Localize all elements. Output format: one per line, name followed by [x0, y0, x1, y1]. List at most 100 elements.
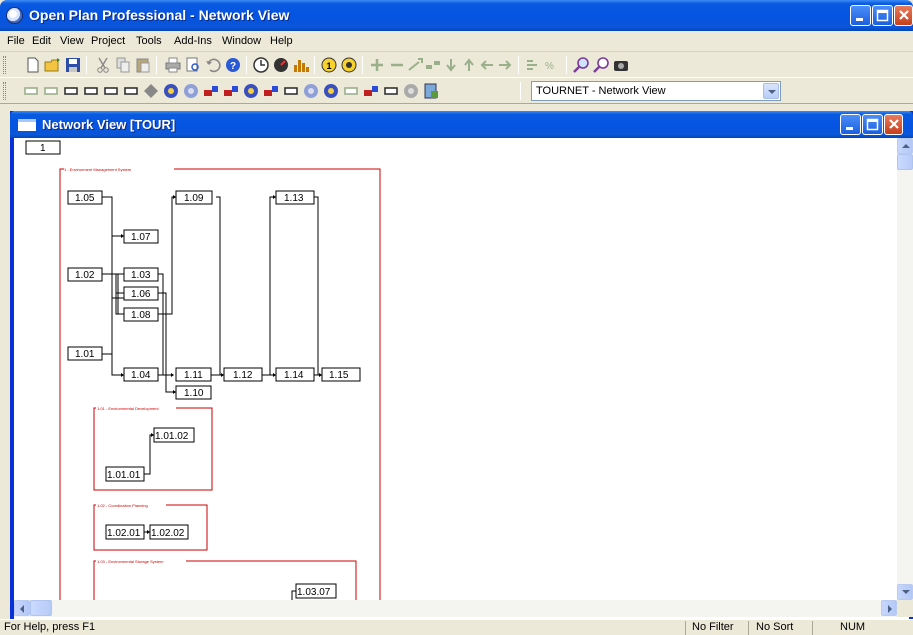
percent-icon[interactable]: % [544, 56, 562, 74]
task-box-icon[interactable] [382, 82, 400, 100]
milestone-diamond-icon[interactable] [142, 82, 160, 100]
gear-icon[interactable] [242, 82, 260, 100]
copy-icon[interactable] [114, 56, 132, 74]
activity-node[interactable]: 1.13 [275, 190, 315, 205]
gauge-icon[interactable] [272, 56, 290, 74]
undo-icon[interactable] [204, 56, 222, 74]
view-selector-dropdown[interactable]: TOURNET - Network View [531, 81, 781, 101]
help-context-icon[interactable]: ? [224, 56, 242, 74]
print-preview-icon[interactable] [184, 56, 202, 74]
menu-window[interactable]: Window [222, 35, 261, 47]
scroll-left-arrow-icon[interactable] [14, 600, 30, 616]
time-analysis-icon[interactable]: 1 [320, 56, 338, 74]
remove-icon[interactable] [388, 56, 406, 74]
child-close-button[interactable] [884, 114, 903, 135]
toolbar-grip[interactable] [3, 56, 6, 74]
clock-icon[interactable] [252, 56, 270, 74]
gear-icon[interactable] [322, 82, 340, 100]
gear-icon[interactable] [302, 82, 320, 100]
summarize-icon[interactable] [524, 56, 542, 74]
task-box-icon[interactable] [102, 82, 120, 100]
print-icon[interactable] [164, 56, 182, 74]
horizontal-scroll-thumb[interactable] [30, 600, 52, 616]
activity-node[interactable]: 1.01.01 [105, 466, 145, 482]
activity-node[interactable]: 1.14 [275, 367, 315, 382]
menu-project[interactable]: Project [91, 35, 125, 47]
menu-add-ins[interactable]: Add-Ins [174, 35, 212, 47]
activity-node[interactable]: 1.10 [175, 385, 212, 400]
task-box-icon[interactable] [282, 82, 300, 100]
activity-node[interactable]: 1.08 [123, 307, 159, 322]
open-folder-icon[interactable] [44, 56, 62, 74]
zoom-in-icon[interactable] [572, 56, 590, 74]
move-up-icon[interactable] [460, 56, 478, 74]
cut-icon[interactable] [94, 56, 112, 74]
activity-node[interactable]: 1.03 [123, 267, 159, 282]
toolbar-grip[interactable] [3, 82, 6, 100]
menu-file[interactable]: File [7, 35, 25, 47]
bar-link-icon[interactable] [362, 82, 380, 100]
histogram-icon[interactable] [292, 56, 310, 74]
task-box-icon[interactable] [42, 82, 60, 100]
child-maximize-button[interactable] [862, 114, 883, 135]
minimize-button[interactable] [850, 5, 871, 26]
activity-node[interactable]: 1.02.02 [149, 524, 189, 540]
activity-node[interactable]: 1.11 [175, 367, 212, 382]
gear-icon[interactable] [402, 82, 420, 100]
scroll-down-arrow-icon[interactable] [897, 584, 913, 600]
task-box-icon[interactable] [122, 82, 140, 100]
gear-icon[interactable] [162, 82, 180, 100]
move-down-icon[interactable] [442, 56, 460, 74]
activity-node[interactable]: 1.03.07 [295, 583, 337, 599]
zoom-out-icon[interactable] [592, 56, 610, 74]
menu-edit[interactable]: Edit [32, 35, 51, 47]
maximize-button[interactable] [872, 5, 893, 26]
bar-link-icon[interactable] [202, 82, 220, 100]
new-file-icon[interactable] [24, 56, 42, 74]
vertical-scroll-thumb[interactable] [897, 154, 913, 170]
save-icon[interactable] [64, 56, 82, 74]
link-icon[interactable] [406, 56, 424, 74]
activity-node[interactable]: 1.15 [321, 367, 361, 382]
scroll-right-arrow-icon[interactable] [881, 600, 897, 616]
paste-icon[interactable] [134, 56, 152, 74]
bar-link-icon[interactable] [262, 82, 280, 100]
vertical-scrollbar[interactable] [897, 138, 913, 600]
app-icon[interactable] [6, 7, 23, 24]
task-box-icon[interactable] [82, 82, 100, 100]
title-bar[interactable]: Open Plan Professional - Network View [0, 0, 913, 31]
gear-icon[interactable] [182, 82, 200, 100]
child-minimize-button[interactable] [840, 114, 861, 135]
indent-left-icon[interactable] [478, 56, 496, 74]
indent-right-icon[interactable] [496, 56, 514, 74]
menu-view[interactable]: View [60, 35, 84, 47]
network-diagram[interactable]: 1 1 - Environment Management System 1.05… [14, 138, 897, 600]
activity-node[interactable]: 1.12 [223, 367, 263, 382]
task-box-icon[interactable] [342, 82, 360, 100]
activity-node[interactable]: 1.06 [123, 286, 159, 301]
activity-node[interactable]: 1.02 [67, 267, 103, 282]
horizontal-scrollbar[interactable] [14, 600, 897, 617]
activity-node[interactable]: 1.02.01 [105, 524, 145, 540]
unlink-icon[interactable] [424, 56, 442, 74]
close-button[interactable] [894, 5, 913, 26]
task-box-icon[interactable] [22, 82, 40, 100]
activity-node[interactable]: 1.07 [123, 229, 159, 244]
child-title-bar[interactable]: Network View [TOUR] [10, 111, 913, 138]
chevron-down-icon[interactable] [763, 83, 779, 99]
add-icon[interactable] [368, 56, 386, 74]
network-canvas[interactable]: 1 1 - Environment Management System 1.05… [14, 138, 897, 600]
report-icon[interactable] [422, 82, 440, 100]
activity-node[interactable]: 1.05 [67, 190, 103, 205]
menu-tools[interactable]: Tools [136, 35, 162, 47]
activity-node[interactable]: 1.01.02 [153, 427, 195, 443]
task-box-icon[interactable] [62, 82, 80, 100]
camera-icon[interactable] [612, 56, 630, 74]
activity-node[interactable]: 1.09 [175, 190, 213, 205]
activity-node[interactable]: 1.04 [123, 367, 159, 382]
scroll-up-arrow-icon[interactable] [897, 138, 913, 154]
menu-help[interactable]: Help [270, 35, 293, 47]
bar-link-icon[interactable] [222, 82, 240, 100]
size-grip[interactable] [897, 600, 913, 617]
activity-node[interactable]: 1.01 [67, 346, 103, 361]
